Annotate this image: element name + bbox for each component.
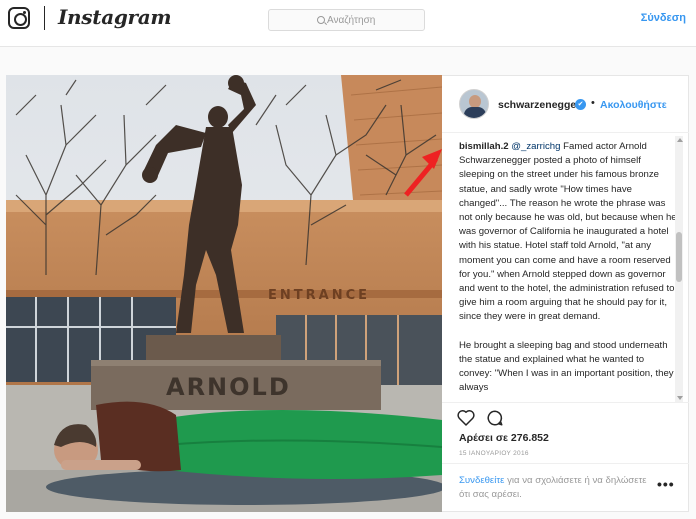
post-image-container: ENTRANCE ARNOLD <box>6 75 442 512</box>
avatar[interactable] <box>459 89 489 119</box>
post-date[interactable]: 15 ΙΑΝΟΥΑΡΙΟΥ 2016 <box>459 450 529 457</box>
search-box[interactable] <box>268 9 425 31</box>
login-prompt: Συνδεθείτε για να σχολιάσετε ή να δηλώσε… <box>442 463 689 513</box>
heart-icon[interactable] <box>457 409 475 431</box>
comments-list[interactable]: bismillah.2 @_zarrichg Famed actor Arnol… <box>459 140 677 398</box>
verified-badge-icon: ✔ <box>575 99 586 110</box>
login-prompt-text: Συνδεθείτε για να σχολιάσετε ή να δηλώσε… <box>459 474 649 502</box>
comment-text: Famed actor Arnold Schwarzenegger posted… <box>459 141 677 323</box>
comments-scrollbar[interactable] <box>675 136 683 402</box>
comment-item: bismillah.2 @_zarrichg Famed actor Arnol… <box>459 140 677 325</box>
sleeping-man-figure <box>46 401 442 505</box>
post-header: schwarzenegger ✔ • Ακολουθήστε <box>442 76 689 133</box>
follow-button[interactable]: Ακολουθήστε <box>600 99 667 111</box>
entrance-sign: ENTRANCE <box>268 288 370 303</box>
search-input[interactable] <box>327 12 422 28</box>
login-prompt-link[interactable]: Συνδεθείτε <box>459 475 504 486</box>
comment-mention[interactable]: @_zarrichg <box>511 141 560 152</box>
scroll-down-icon[interactable] <box>677 396 683 400</box>
search-icon <box>317 16 325 24</box>
more-options-icon[interactable]: ••• <box>657 476 675 492</box>
comment-text-continued: He brought a sleeping bag and stood unde… <box>459 339 674 394</box>
post-author-username[interactable]: schwarzenegger <box>498 99 580 111</box>
comment-bubble-icon[interactable] <box>486 409 504 432</box>
post-side-panel: schwarzenegger ✔ • Ακολουθήστε bismillah… <box>442 75 689 512</box>
login-link[interactable]: Σύνδεση <box>641 12 686 24</box>
separator-dot: • <box>591 97 595 109</box>
camera-icon[interactable] <box>8 7 30 29</box>
scroll-up-icon[interactable] <box>677 138 683 142</box>
instagram-wordmark[interactable]: Instagram <box>58 5 172 29</box>
comment-username[interactable]: bismillah.2 <box>459 141 509 152</box>
likes-count[interactable]: Αρέσει σε 276.852 <box>459 432 549 444</box>
top-bar: Instagram Σύνδεση <box>0 0 696 47</box>
post-photo-illustration: ENTRANCE ARNOLD <box>6 75 442 512</box>
post-actions <box>442 402 689 432</box>
post-photo[interactable]: ENTRANCE ARNOLD <box>6 75 442 512</box>
logo-divider <box>44 6 45 30</box>
arnold-plaque: ARNOLD <box>166 373 291 401</box>
scroll-thumb[interactable] <box>676 232 682 282</box>
